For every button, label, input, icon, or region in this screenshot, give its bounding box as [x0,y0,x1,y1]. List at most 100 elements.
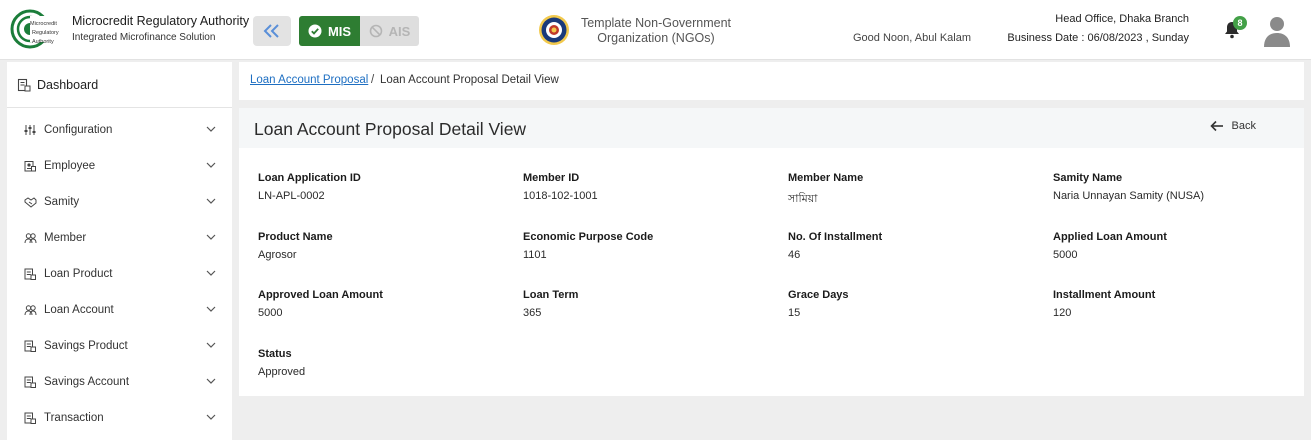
top-header: Microcredit Regulatory Authority Microcr… [0,0,1311,60]
sidebar-item-loan-account[interactable]: Loan Account [7,292,232,328]
chevron-down-icon [206,342,216,348]
ban-icon [369,24,382,38]
sidebar-item-label: Employee [44,160,96,172]
breadcrumb-separator: / [371,74,375,86]
organization-name: Template Non-Government Organization (NG… [576,16,736,46]
sidebar-item-savings-account[interactable]: Savings Account [7,364,232,400]
sidebar-item-savings-product[interactable]: Savings Product [7,328,232,364]
chevron-down-icon [206,198,216,204]
back-label: Back [1231,120,1256,132]
dashboard-icon [17,78,31,91]
chevron-down-icon [206,162,216,168]
ais-label: AIS [388,23,411,39]
field-label-status: Status [258,348,292,360]
svg-text:Authority: Authority [32,39,54,45]
field-label-installment-amount: Installment Amount [1053,289,1156,301]
sidebar-item-label: Transaction [44,412,104,424]
field-label-member-name: Member Name [788,172,864,184]
card-header: Loan Account Proposal Detail View Back [239,108,1304,148]
field-label-product-name: Product Name [258,231,333,243]
business-date: Business Date : 06/08/2023 , Sunday [1007,32,1189,44]
field-value-grace-days: 15 [788,307,801,319]
mis-label: MIS [327,23,352,39]
sidebar-item-label: Loan Product [44,268,113,280]
document-icon [23,339,37,353]
check-circle-icon [308,24,322,38]
field-value-installment-amount: 120 [1053,307,1072,319]
field-label-loan-application-id: Loan Application ID [258,172,361,184]
sidebar-item-label: Loan Account [44,304,114,316]
field-value-product-name: Agrosor [258,249,297,261]
double-chevron-left-icon [263,24,279,38]
sidebar-collapse-button[interactable] [253,16,291,46]
sidebar-item-configuration[interactable]: Configuration [7,112,232,148]
dashboard-label: Dashboard [37,77,99,92]
field-label-applied-loan-amount: Applied Loan Amount [1053,231,1167,243]
chevron-down-icon [206,270,216,276]
field-value-applied-loan-amount: 5000 [1053,249,1078,261]
chevron-down-icon [206,378,216,384]
field-value-status: Approved [258,366,306,378]
svg-text:Microcredit: Microcredit [30,21,57,27]
field-value-loan-term: 365 [523,307,542,319]
users-icon [23,303,37,317]
document-icon [23,267,37,281]
users-icon [23,231,37,245]
field-value-loan-application-id: LN-APL-0002 [258,190,325,202]
org-name-line1: Template Non-Government [580,16,732,30]
field-value-economic-purpose-code: 1101 [523,249,547,261]
sidebar: Dashboard Configuration Employee Samity … [7,62,232,440]
field-value-approved-loan-amount: 5000 [258,307,283,319]
org-name-line2: Organization (NGOs) [597,31,715,45]
user-greeting: Good Noon, Abul Kalam [853,32,972,44]
notification-count-badge: 8 [1233,16,1247,30]
field-value-member-name: সামিয়া [788,193,818,205]
field-label-loan-term: Loan Term [523,289,579,301]
field-label-member-id: Member ID [523,172,580,184]
sidebar-item-samity[interactable]: Samity [7,184,232,220]
sidebar-item-label: Savings Account [44,376,130,388]
sidebar-item-dashboard[interactable]: Dashboard [7,62,232,108]
svg-text:Regulatory: Regulatory [32,30,59,36]
sidebar-item-employee[interactable]: Employee [7,148,232,184]
field-label-grace-days: Grace Days [788,289,849,301]
organization-seal-icon [539,15,569,45]
document-icon [23,411,37,425]
user-avatar-icon[interactable] [1262,15,1292,47]
chevron-down-icon [206,234,216,240]
field-value-no-of-installment: 46 [788,249,801,261]
id-card-icon [23,159,37,173]
back-button[interactable]: Back [1209,120,1256,132]
brand-subtitle: Integrated Microfinance Solution [72,32,216,43]
breadcrumb: Loan Account Proposal / Loan Account Pro… [239,62,1304,100]
field-label-economic-purpose-code: Economic Purpose Code [523,231,654,243]
sliders-icon [23,123,37,137]
sidebar-item-label: Savings Product [44,340,128,352]
brand-title: Microcredit Regulatory Authority [72,14,250,28]
chevron-down-icon [206,414,216,420]
detail-card: Loan Account Proposal Detail View Back L… [239,108,1304,396]
handshake-icon [23,195,37,209]
breadcrumb-current: Loan Account Proposal Detail View [380,74,559,86]
sidebar-item-loan-product[interactable]: Loan Product [7,256,232,292]
sidebar-item-transaction[interactable]: Transaction [7,400,232,436]
field-label-no-of-installment: No. Of Installment [788,231,883,243]
page-title: Loan Account Proposal Detail View [254,119,527,139]
chevron-down-icon [206,126,216,132]
arrow-left-icon [1209,120,1223,132]
mra-logo: Microcredit Regulatory Authority [10,9,60,49]
sidebar-item-label: Samity [44,196,80,208]
sidebar-item-label: Configuration [44,124,113,136]
sidebar-item-label: Member [44,232,87,244]
field-value-samity-name: Naria Unnayan Samity (NUSA) [1053,190,1204,202]
field-label-approved-loan-amount: Approved Loan Amount [258,289,383,301]
mis-button[interactable]: MIS [299,16,360,46]
document-icon [23,375,37,389]
branch-name: Head Office, Dhaka Branch [1055,13,1189,25]
ais-button[interactable]: AIS [360,16,419,46]
breadcrumb-link-loan-account-proposal[interactable]: Loan Account Proposal [250,74,368,86]
chevron-down-icon [206,306,216,312]
field-label-samity-name: Samity Name [1053,172,1123,184]
sidebar-item-member[interactable]: Member [7,220,232,256]
field-value-member-id: 1018-102-1001 [523,190,598,202]
